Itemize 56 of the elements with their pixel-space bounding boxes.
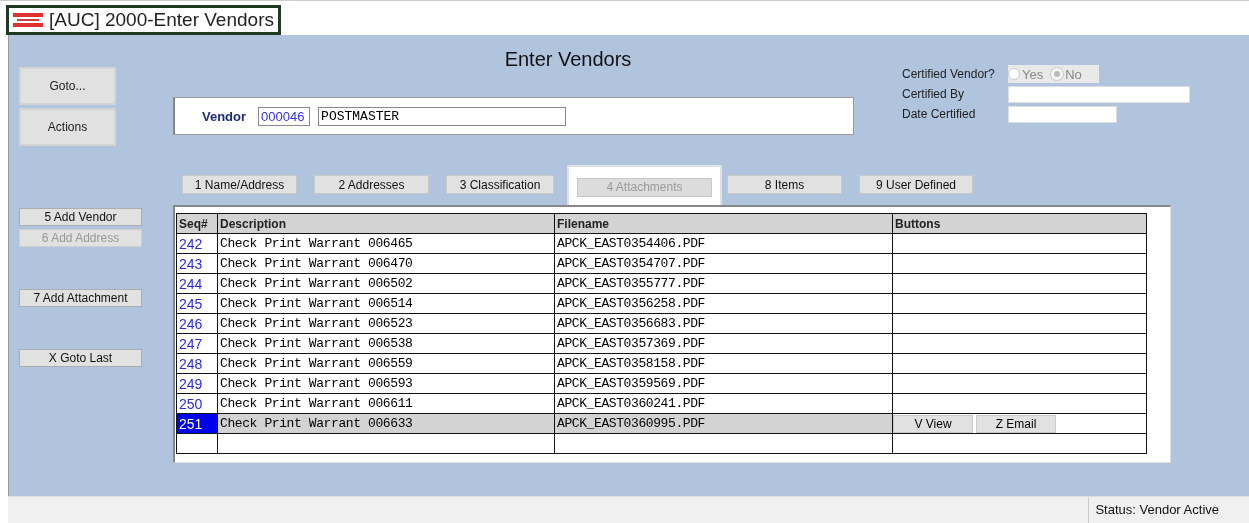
tab[interactable]: 1 Name/Address (182, 175, 297, 194)
seq-cell[interactable]: 243 (176, 253, 218, 274)
seq-cell[interactable]: 244 (176, 273, 218, 294)
tab[interactable]: 2 Addresses (314, 175, 429, 194)
table-cell: Check Print Warrant 006559 (217, 353, 555, 374)
date-certified-field[interactable] (1008, 105, 1117, 123)
seq-cell[interactable]: 245 (176, 293, 218, 314)
table-cell: APCK_EAST0360241.PDF (554, 393, 893, 414)
table-cell: Check Print Warrant 006611 (217, 393, 555, 414)
table-cell: APCK_EAST0355777.PDF (554, 273, 893, 294)
table-cell: APCK_EAST0358158.PDF (554, 353, 893, 374)
column-header: Description (217, 213, 555, 234)
row-button[interactable]: Z Email (976, 414, 1056, 433)
table-cell: APCK_EAST0357369.PDF (554, 333, 893, 354)
side-button[interactable]: Actions (19, 108, 116, 146)
certified-by-label: Certified By (902, 87, 966, 101)
seq-cell[interactable]: 242 (176, 233, 218, 254)
table-cell: Check Print Warrant 006523 (217, 313, 555, 334)
window-title: [AUC] 2000-Enter Vendors (49, 9, 274, 31)
table-cell: Check Print Warrant 006465 (217, 233, 555, 254)
status-text: Status: Vendor Active (1088, 497, 1249, 523)
table-cell: Check Print Warrant 006502 (217, 273, 555, 294)
table-cell: Check Print Warrant 006538 (217, 333, 555, 354)
seq-cell[interactable]: 249 (176, 373, 218, 394)
column-header: Seq# (176, 213, 218, 234)
seq-cell[interactable]: 248 (176, 353, 218, 374)
vendor-name-field[interactable]: POSTMASTER (318, 106, 567, 126)
table-cell: Check Print Warrant 006593 (217, 373, 555, 394)
seq-cell[interactable]: 251 (176, 413, 218, 434)
certified-by-field[interactable] (1008, 85, 1190, 103)
tab[interactable]: 3 Classification (446, 175, 554, 194)
table-cell: APCK_EAST0354406.PDF (554, 233, 893, 254)
tab[interactable]: 8 Items (727, 175, 842, 194)
app-logo-icon (13, 13, 43, 27)
table-cell: APCK_EAST0359569.PDF (554, 373, 893, 394)
side-button[interactable]: Goto... (19, 67, 116, 105)
side-button[interactable]: X Goto Last (19, 349, 142, 367)
table-cell: Check Print Warrant 006514 (217, 293, 555, 314)
table-cell: APCK_EAST0356258.PDF (554, 293, 893, 314)
seq-cell[interactable]: 250 (176, 393, 218, 414)
column-header: Filename (554, 213, 893, 234)
tab[interactable]: 9 User Defined (859, 175, 973, 194)
side-button[interactable]: 5 Add Vendor (19, 208, 142, 226)
table-cell: Check Print Warrant 006470 (217, 253, 555, 274)
table-cell: APCK_EAST0354707.PDF (554, 253, 893, 274)
vendor-label: Vendor (202, 108, 247, 124)
form-title: Enter Vendors (503, 47, 633, 72)
seq-cell[interactable]: 246 (176, 313, 218, 334)
seq-cell[interactable]: 247 (176, 333, 218, 354)
certified-label: Certified Vendor? (902, 67, 996, 81)
column-header: Buttons (892, 213, 1147, 234)
date-certified-label: Date Certified (902, 107, 977, 121)
table-cell: APCK_EAST0356683.PDF (554, 313, 893, 334)
vendor-number-field[interactable]: 000046 (258, 106, 311, 126)
row-button[interactable]: V View (893, 414, 973, 433)
side-button[interactable]: 7 Add Attachment (19, 289, 142, 307)
